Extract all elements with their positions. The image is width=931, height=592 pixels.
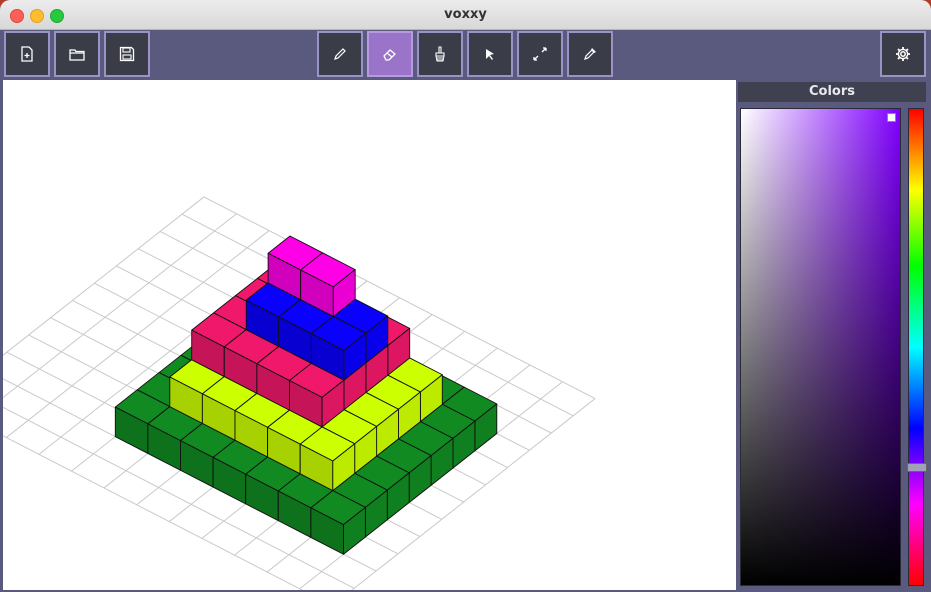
hue-slider-thumb[interactable] bbox=[907, 463, 927, 472]
brush-icon bbox=[435, 46, 445, 62]
eraser-icon bbox=[383, 49, 396, 61]
pencil-icon bbox=[334, 48, 346, 60]
color-picker-marker[interactable] bbox=[887, 113, 896, 122]
toolbar bbox=[0, 30, 931, 80]
pencil-tool-button[interactable] bbox=[317, 31, 363, 77]
window-title: voxxy bbox=[444, 7, 487, 22]
voxel-scene[interactable] bbox=[3, 80, 736, 590]
voxel-viewport[interactable] bbox=[3, 80, 736, 590]
new-file-button[interactable] bbox=[4, 31, 50, 77]
colors-header: Colors bbox=[738, 82, 926, 102]
eyedropper-tool-button[interactable] bbox=[567, 31, 613, 77]
open-button[interactable] bbox=[54, 31, 100, 77]
save-icon bbox=[119, 46, 135, 62]
colors-panel: Colors bbox=[736, 80, 931, 592]
eraser-tool-button[interactable] bbox=[367, 31, 413, 77]
saturation-value-picker[interactable] bbox=[740, 108, 901, 586]
app-window: voxxy Colors bbox=[0, 0, 931, 592]
folder-icon bbox=[69, 49, 85, 61]
brush-tool-button[interactable] bbox=[417, 31, 463, 77]
resize-icon bbox=[533, 47, 547, 61]
voxel-model bbox=[114, 235, 498, 555]
settings-button[interactable] bbox=[880, 31, 926, 77]
eyedropper-icon bbox=[584, 48, 596, 60]
select-tool-button[interactable] bbox=[467, 31, 513, 77]
gear-icon bbox=[896, 47, 910, 61]
cursor-icon bbox=[486, 49, 494, 60]
resize-tool-button[interactable] bbox=[517, 31, 563, 77]
new-file-icon bbox=[21, 46, 33, 62]
save-button[interactable] bbox=[104, 31, 150, 77]
hue-slider[interactable] bbox=[907, 108, 927, 586]
title-bar: voxxy bbox=[0, 0, 931, 30]
